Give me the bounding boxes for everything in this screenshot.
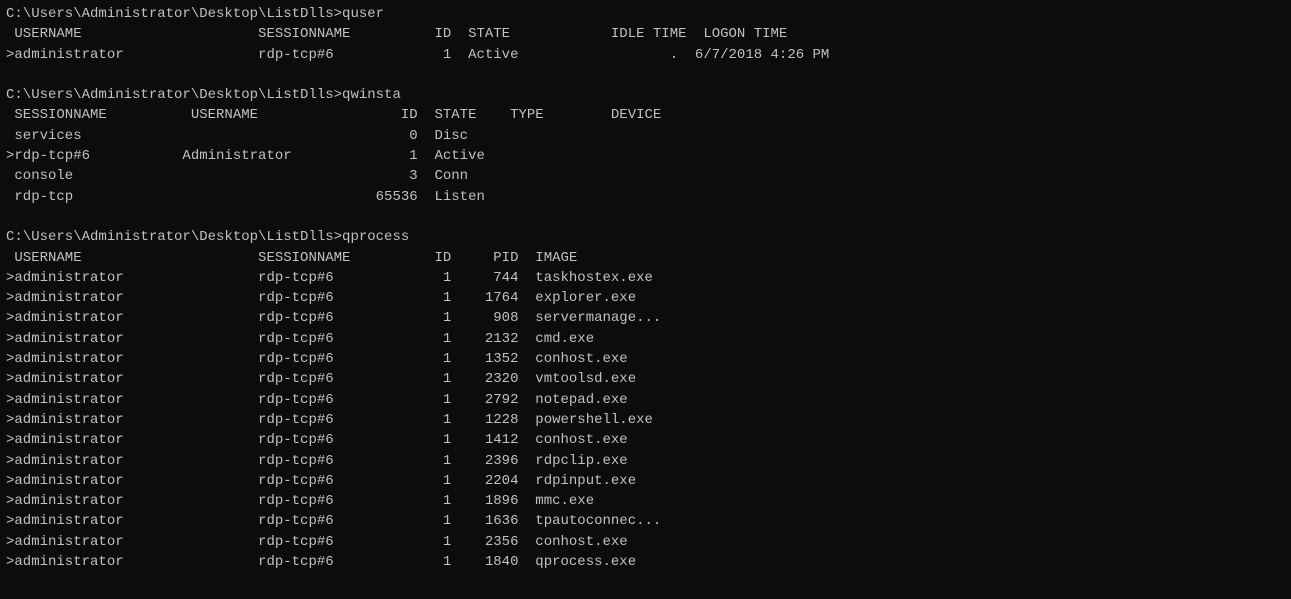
terminal-window: C:\Users\Administrator\Desktop\ListDlls>… [6, 4, 1285, 595]
